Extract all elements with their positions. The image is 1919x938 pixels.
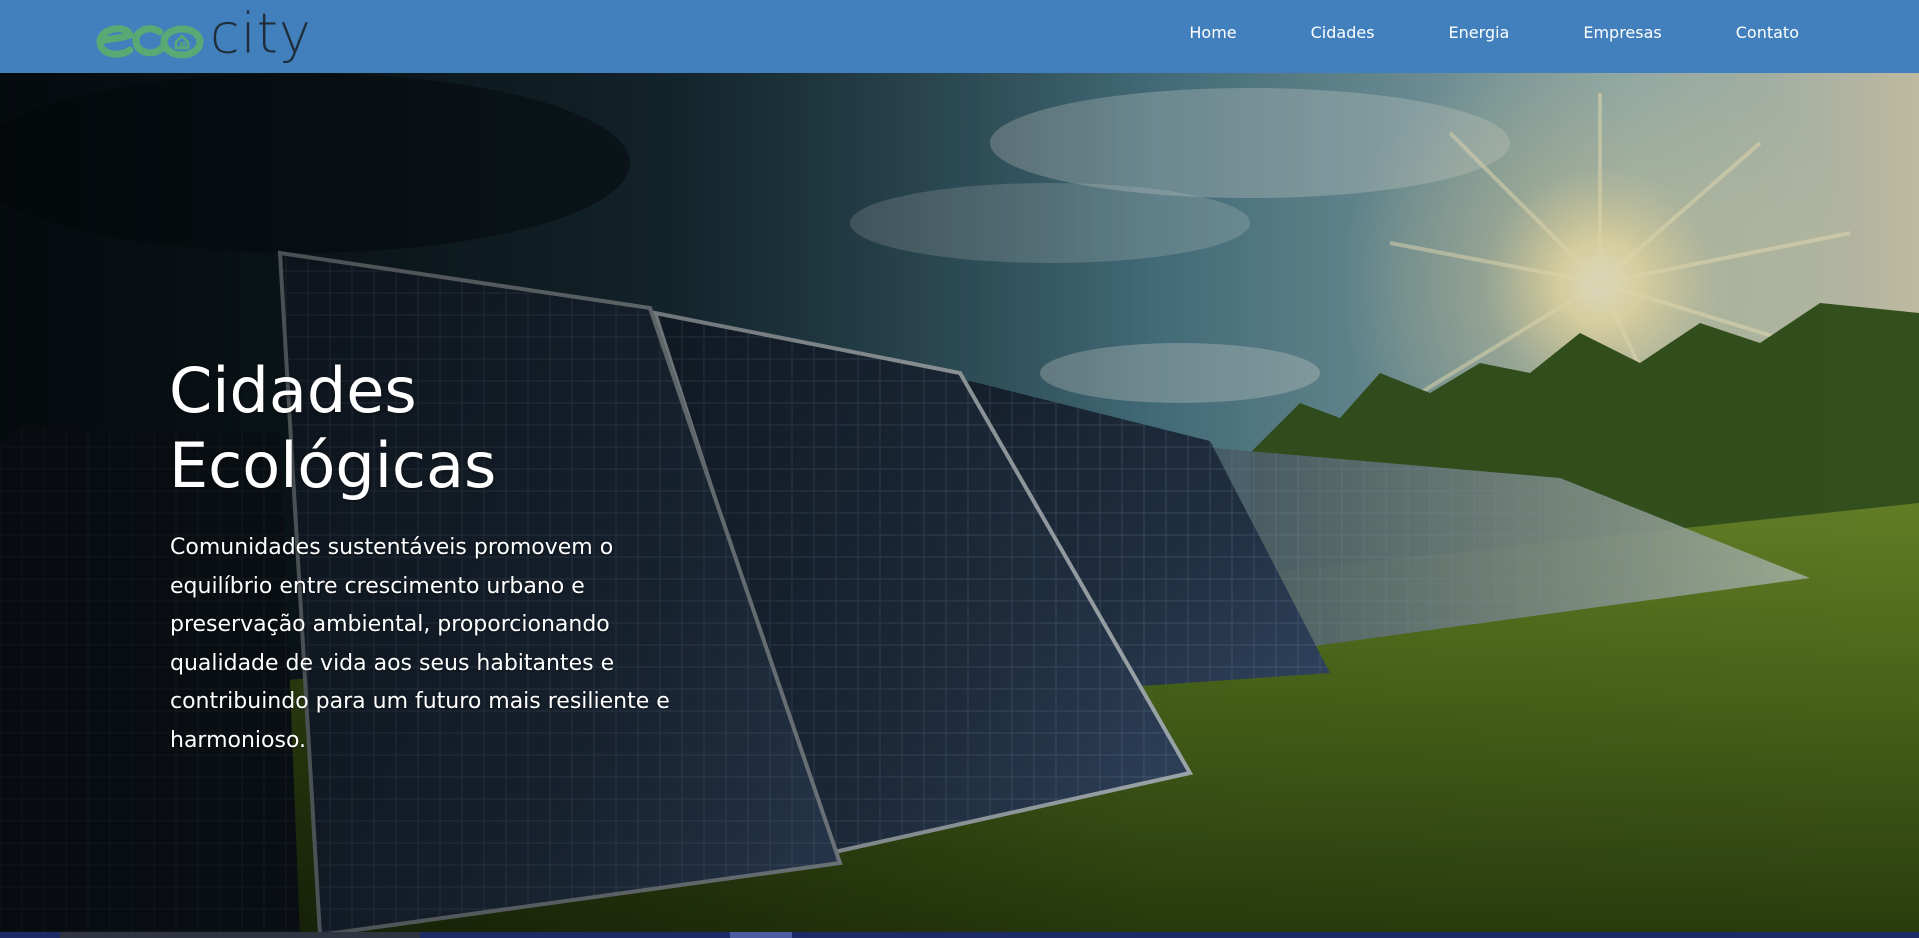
logo-city-text: city [210, 1, 312, 66]
hero-title-line1: Cidades [169, 354, 417, 427]
top-navigation-bar: city Home Cidades Energia Empresas Conta… [0, 0, 1919, 73]
nav-energia[interactable]: Energia [1449, 23, 1510, 42]
main-nav: Home Cidades Energia Empresas Contato [1115, 0, 1799, 64]
hero-title: Cidades Ecológicas [169, 353, 669, 503]
hero-dark-overlay [0, 73, 1919, 935]
nav-cidades[interactable]: Cidades [1311, 23, 1375, 42]
bottom-edge-segment [730, 932, 792, 938]
hero-title-line2: Ecológicas [169, 429, 497, 502]
nav-empresas[interactable]: Empresas [1583, 23, 1661, 42]
nav-contato[interactable]: Contato [1736, 23, 1799, 42]
eco-logo-mark [96, 25, 204, 59]
hero-description: Comunidades sustentáveis promovem o equi… [170, 535, 670, 753]
nav-home[interactable]: Home [1189, 23, 1236, 42]
hero-section: Cidades Ecológicas Comunidades sustentáv… [0, 73, 1919, 935]
bottom-edge-segment [60, 932, 420, 938]
ecocity-logo[interactable]: city [96, 2, 312, 62]
